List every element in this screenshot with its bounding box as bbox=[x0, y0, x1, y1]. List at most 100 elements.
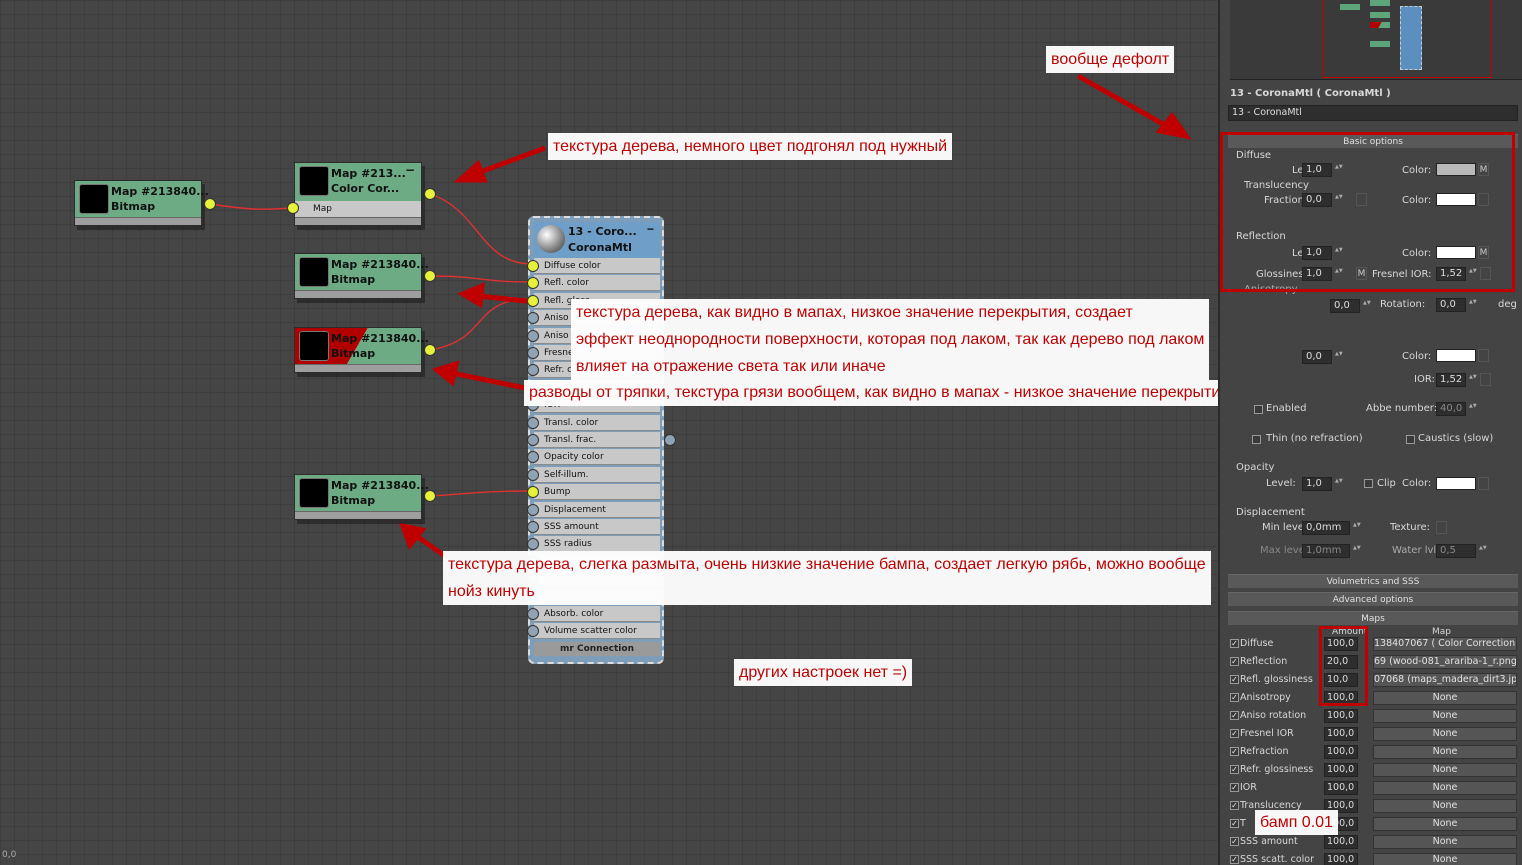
map-slot-button[interactable]: None bbox=[1373, 691, 1517, 705]
map-enabled-checkbox[interactable]: ✓ bbox=[1230, 693, 1239, 702]
material-slot[interactable]: SSS amount bbox=[534, 519, 660, 535]
color-correction-node[interactable]: Map #213... Color Cor... − Map bbox=[294, 162, 422, 226]
material-input-port[interactable] bbox=[527, 434, 539, 446]
map-enabled-checkbox[interactable]: ✓ bbox=[1230, 729, 1239, 738]
caustics-checkbox[interactable] bbox=[1406, 435, 1415, 444]
dispersion-enabled-checkbox[interactable] bbox=[1254, 405, 1263, 414]
bitmap-node-diffuse-source[interactable]: Map #213840... Bitmap bbox=[74, 180, 209, 226]
map-enabled-checkbox[interactable]: ✓ bbox=[1230, 657, 1239, 666]
map-enabled-checkbox[interactable]: ✓ bbox=[1230, 765, 1239, 774]
map-amount-spinner[interactable]: 100,0 bbox=[1324, 745, 1358, 759]
rotation-spinner[interactable]: 0,0 bbox=[1436, 298, 1477, 312]
map-enabled-checkbox[interactable]: ✓ bbox=[1230, 819, 1239, 828]
map-amount-spinner[interactable]: 100,0 bbox=[1324, 709, 1358, 723]
map-slot-button[interactable]: None bbox=[1373, 799, 1517, 813]
map-row[interactable]: ✓ Reflection 20,0 69 (wood-081_arariba-1_r.… bbox=[1230, 654, 1520, 671]
maps-rollout[interactable]: Maps bbox=[1228, 611, 1518, 625]
material-slot[interactable]: Transl. frac. bbox=[534, 432, 660, 448]
input-port[interactable] bbox=[287, 202, 299, 214]
map-enabled-checkbox[interactable]: ✓ bbox=[1230, 837, 1239, 846]
opacity-color-swatch[interactable] bbox=[1436, 477, 1476, 490]
map-enabled-checkbox[interactable]: ✓ bbox=[1230, 675, 1239, 684]
material-input-port[interactable] bbox=[527, 347, 539, 359]
material-parameter-panel[interactable]: 13 - CoronaMtl ( CoronaMtl ) 13 - Corona… bbox=[1218, 0, 1522, 865]
map-enabled-checkbox[interactable]: ✓ bbox=[1230, 801, 1239, 810]
opacity-level-spinner[interactable]: 1,0 bbox=[1302, 477, 1343, 491]
material-slot[interactable]: Diffuse color bbox=[534, 258, 660, 274]
map-enabled-checkbox[interactable]: ✓ bbox=[1230, 855, 1239, 864]
abbe-number-spinner[interactable]: 40,0 bbox=[1436, 402, 1477, 416]
mr-connection-footer[interactable]: mr Connection bbox=[534, 642, 660, 656]
material-input-port[interactable] bbox=[527, 260, 539, 272]
min-level-spinner[interactable]: 0,0mm bbox=[1302, 521, 1361, 535]
opacity-map-button[interactable] bbox=[1478, 477, 1489, 490]
map-slot-button[interactable]: 69 (wood-081_arariba-1_r.png) bbox=[1373, 655, 1517, 669]
map-row[interactable]: ✓ Anisotropy 100,0 None bbox=[1230, 690, 1520, 707]
map-amount-spinner[interactable]: 100,0 bbox=[1324, 835, 1358, 849]
thin-checkbox[interactable] bbox=[1252, 435, 1261, 444]
material-name-field[interactable]: 13 - CoronaMtl bbox=[1228, 105, 1518, 121]
refraction-map-button[interactable] bbox=[1478, 349, 1489, 362]
map-row[interactable]: ✓ IOR 100,0 None bbox=[1230, 780, 1520, 797]
slate-material-editor-view[interactable]: Map #213840... Bitmap Map #213... Color … bbox=[0, 0, 1234, 865]
map-row[interactable]: ✓ Refraction 100,0 None bbox=[1230, 744, 1520, 761]
material-slot[interactable]: Self-illum. bbox=[534, 466, 660, 483]
material-output-port[interactable] bbox=[664, 434, 676, 446]
material-slot[interactable]: SSS radius bbox=[534, 536, 660, 553]
material-slot[interactable]: Opacity color bbox=[534, 449, 660, 466]
material-node-header[interactable]: 13 - Coro... CoronaMtl − bbox=[534, 222, 660, 258]
map-row[interactable]: ✓ Aniso rotation 100,0 None bbox=[1230, 708, 1520, 725]
map-row[interactable]: ✓ SSS amount 100,0 None bbox=[1230, 834, 1520, 851]
bitmap-node-glossiness[interactable]: Map #213840... Bitmap bbox=[294, 327, 429, 373]
map-slot-button[interactable]: None bbox=[1373, 781, 1517, 795]
map-enabled-checkbox[interactable]: ✓ bbox=[1230, 783, 1239, 792]
displacement-texture-button[interactable] bbox=[1436, 521, 1447, 534]
material-slot[interactable]: Refl. color bbox=[534, 275, 660, 292]
map-slot-button[interactable]: None bbox=[1373, 835, 1517, 849]
map-slot-button[interactable]: 138407067 ( Color Correction ) bbox=[1373, 637, 1517, 651]
map-enabled-checkbox[interactable]: ✓ bbox=[1230, 747, 1239, 756]
material-slot[interactable]: Displacement bbox=[534, 501, 660, 518]
map-amount-spinner[interactable]: 100,0 bbox=[1324, 727, 1358, 741]
bitmap-node-bump[interactable]: Map #213840... Bitmap bbox=[294, 474, 429, 520]
map-slot-button[interactable]: None bbox=[1373, 817, 1517, 831]
bitmap-node-reflection[interactable]: Map #213840... Bitmap bbox=[294, 253, 429, 299]
map-amount-spinner[interactable]: 100,0 bbox=[1324, 781, 1358, 795]
map-row[interactable]: ✓ SSS scatt. color 100,0 None bbox=[1230, 852, 1520, 865]
material-input-port[interactable] bbox=[527, 329, 539, 342]
output-port[interactable] bbox=[204, 198, 216, 210]
map-slot-button[interactable]: None bbox=[1373, 727, 1517, 741]
map-slot-button[interactable]: None bbox=[1373, 763, 1517, 777]
map-row[interactable]: ✓ Diffuse 100,0 138407067 ( Color Correctio… bbox=[1230, 636, 1520, 653]
material-input-port[interactable] bbox=[527, 468, 539, 481]
refraction-color-swatch[interactable] bbox=[1436, 349, 1476, 362]
map-slot-button[interactable]: None bbox=[1373, 853, 1517, 865]
material-input-port[interactable] bbox=[527, 503, 539, 516]
output-port[interactable] bbox=[424, 344, 436, 356]
collapse-icon[interactable]: − bbox=[405, 163, 415, 177]
anisotropy-spinner[interactable]: 0,0 bbox=[1330, 299, 1371, 313]
clip-checkbox[interactable] bbox=[1364, 479, 1373, 488]
map-row[interactable]: ✓ Refl. glossiness 10,0 07068 (maps_madera_… bbox=[1230, 672, 1520, 689]
map-enabled-checkbox[interactable]: ✓ bbox=[1230, 711, 1239, 720]
map-slot-button[interactable]: None bbox=[1373, 745, 1517, 759]
material-input-port[interactable] bbox=[527, 521, 539, 533]
map-slot-button[interactable]: None bbox=[1373, 709, 1517, 723]
ior-spinner[interactable]: 1,52 bbox=[1436, 373, 1477, 387]
map-enabled-checkbox[interactable]: ✓ bbox=[1230, 639, 1239, 648]
material-slot[interactable]: Absorb. color bbox=[534, 606, 660, 622]
collapse-icon[interactable]: − bbox=[647, 222, 654, 236]
map-row[interactable]: ✓ Refr. glossiness 100,0 None bbox=[1230, 762, 1520, 779]
material-input-port[interactable] bbox=[527, 608, 539, 620]
map-slot-button[interactable]: 07068 (maps_madera_dirt3.jpg) bbox=[1373, 673, 1517, 687]
advanced-options-rollout[interactable]: Advanced options bbox=[1228, 592, 1518, 606]
max-level-spinner[interactable]: 1,0mm bbox=[1302, 544, 1361, 558]
ior-map-button[interactable] bbox=[1480, 373, 1491, 386]
output-port[interactable] bbox=[424, 188, 436, 200]
material-slot[interactable]: Transl. color bbox=[534, 414, 660, 431]
map-amount-spinner[interactable]: 100,0 bbox=[1324, 853, 1358, 865]
material-input-port[interactable] bbox=[527, 416, 539, 429]
material-slot[interactable]: Bump bbox=[534, 484, 660, 501]
map-input-slot[interactable]: Map bbox=[295, 201, 421, 217]
navigator-minimap[interactable] bbox=[1230, 0, 1522, 80]
